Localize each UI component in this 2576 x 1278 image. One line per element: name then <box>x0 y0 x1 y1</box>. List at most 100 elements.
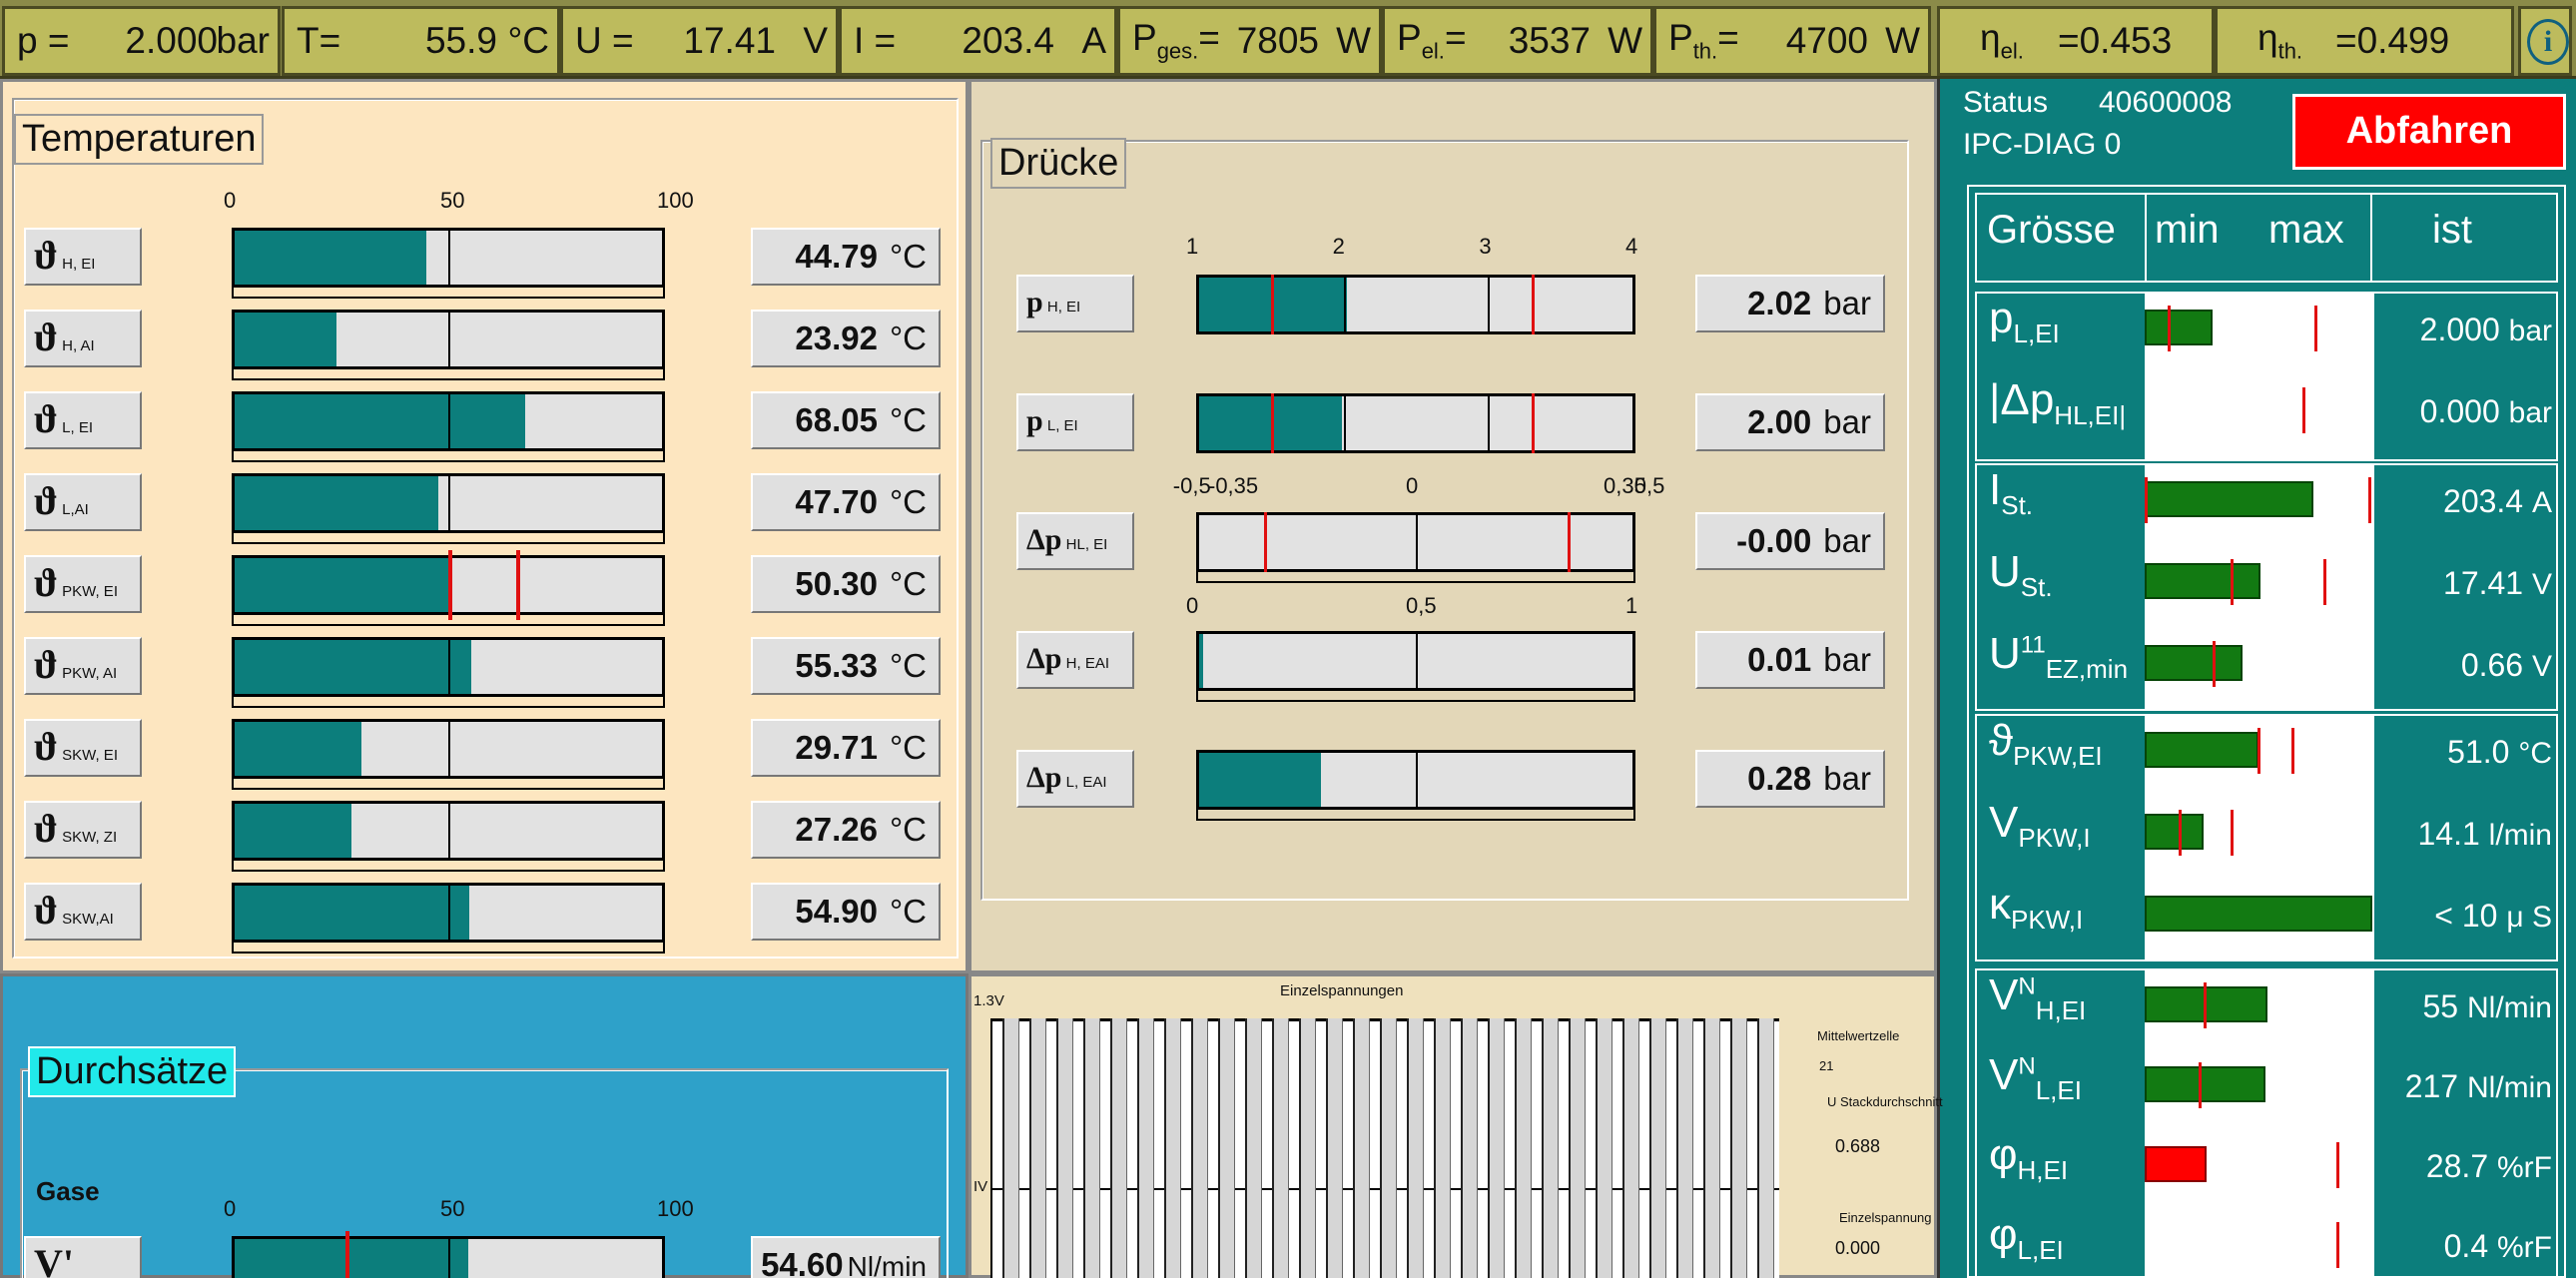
temp-value-3: 47.70 °C <box>751 473 941 531</box>
status-limit-marker <box>2257 728 2260 774</box>
status-limit-marker <box>2368 477 2371 523</box>
pressure-value-unit: bar <box>1823 403 1871 440</box>
status-symbol-3-1: VNL,EI <box>1989 1050 2082 1105</box>
pressure-gridline <box>1416 512 1418 572</box>
temp-bar-midline <box>448 391 450 451</box>
status-value-1-0: 203.4 A <box>2380 483 2552 520</box>
status-symbol-sub: PKW,I <box>2011 904 2084 935</box>
eta_el-sub: el. <box>2000 38 2024 64</box>
top-cell-unit: A <box>1081 20 1106 61</box>
temp-bar-base <box>232 776 665 790</box>
info-button[interactable]: i <box>2518 6 2572 76</box>
status-value-number: 2.000 <box>2419 312 2509 347</box>
pressure-bar-2 <box>1196 512 1635 583</box>
pressure-symbol-2: Δp HL, EI <box>1016 512 1134 570</box>
cell-voltage-bar <box>1191 1018 1208 1278</box>
temp-value-unit: °C <box>889 811 927 848</box>
temp-value-number: 50.30 <box>795 565 878 602</box>
temp-symbol-4: ϑ PKW, EI <box>24 555 142 613</box>
flow-scale-label: 50 <box>440 1196 465 1221</box>
temp-bar-4 <box>232 550 665 626</box>
temp-value-unit: °C <box>889 893 927 930</box>
temp-bar-base <box>232 285 665 299</box>
temp-value-6: 29.71 °C <box>751 719 941 777</box>
temp-symbol-sub: H, EI <box>57 256 96 273</box>
flow-limit-marker <box>345 1231 350 1278</box>
status-limit-marker <box>2291 728 2294 774</box>
top-cell-value: 55.9 <box>424 20 497 61</box>
pressure-bar-3 <box>1196 631 1635 702</box>
temp-limit-marker <box>448 550 452 620</box>
cell-voltage-bar <box>1488 1018 1505 1278</box>
top-cell-unit: °C <box>507 20 549 61</box>
temp-bar-5 <box>232 637 665 708</box>
status-bar <box>2145 1146 2207 1182</box>
flow-bar-fill <box>235 1239 468 1278</box>
status-symbol-sub: PKW,I <box>2018 822 2091 853</box>
flow-value-unit: Nl/min <box>847 1251 927 1278</box>
status-divider <box>2372 463 2374 711</box>
top-cell-4: Pges.= 7805 W <box>1117 6 1382 76</box>
cell-voltage-bar <box>1380 1018 1397 1278</box>
pressure-value-unit: bar <box>1823 760 1871 797</box>
temp-bar-fill <box>235 558 450 612</box>
dp2-scale-label: 0 <box>1186 593 1199 618</box>
pressure-scale-label: 1 <box>1186 234 1199 259</box>
status-value-number: 0.66 <box>2460 647 2532 683</box>
status-value-number: 28.7 <box>2425 1148 2497 1184</box>
pressure-bar-fill <box>1199 753 1321 807</box>
dp-scale-label: -0,35 <box>1208 473 1259 498</box>
temp-bar-midline <box>448 473 450 533</box>
temp-bar-fill <box>235 476 439 530</box>
temp-bar-0 <box>232 228 665 299</box>
temp-value-number: 54.90 <box>795 893 878 930</box>
cell-voltage-bar <box>1407 1018 1424 1278</box>
dp2-scale-label: 1 <box>1625 593 1638 618</box>
temp-bar-base <box>232 530 665 544</box>
stack-value: 0.688 <box>1835 1136 1881 1156</box>
pressure-value-unit: bar <box>1823 641 1871 678</box>
status-symbol-3-2: φH,EI <box>1989 1130 2069 1185</box>
cell-voltage-bar <box>1703 1018 1720 1278</box>
top-cell-label: Pth.= <box>1668 17 1739 64</box>
status-value: 40600008 <box>2099 86 2233 119</box>
status-value-1-1: 17.41 V <box>2380 565 2552 602</box>
status-value-0-0: 2.000 bar <box>2380 312 2552 348</box>
top-cell-label: p = <box>17 20 70 61</box>
cell-voltage-bar <box>1083 1018 1100 1278</box>
pressure-bar-base <box>1196 807 1635 821</box>
eta_th-cell: ηth. =0.499 <box>2215 6 2514 76</box>
temp-value-unit: °C <box>889 647 927 684</box>
cell-voltage-bar <box>1461 1018 1478 1278</box>
pressure-limit-marker <box>1567 512 1571 572</box>
cell-voltage-bar <box>1164 1018 1181 1278</box>
header-groesse: Grösse <box>1987 208 2116 253</box>
temp-bar-base <box>232 366 665 380</box>
temp-value-unit: °C <box>889 401 927 438</box>
eta_th-sub: th. <box>2277 38 2303 64</box>
temp-symbol-0: ϑ H, EI <box>24 228 142 286</box>
top-cell-3: I = 203.4 A <box>839 6 1117 76</box>
status-value-unit: Nl/min <box>2466 1071 2552 1104</box>
top-cell-unit: bar <box>216 20 270 61</box>
pressure-limit-marker <box>1271 275 1275 334</box>
eta_el-label: ηel. <box>1980 17 2024 64</box>
pressure-symbol-sub: L, EI <box>1042 417 1078 434</box>
eta_el-cell: ηel. =0.453 <box>1937 6 2215 76</box>
status-value-unit: %rF <box>2497 1231 2552 1264</box>
abfahren-button[interactable]: Abfahren <box>2292 94 2566 170</box>
status-symbol-sup: 11 <box>2020 631 2046 659</box>
temp-symbol-7: ϑ SKW, ZI <box>24 801 142 859</box>
status-value-number: 217 <box>2404 1068 2467 1104</box>
status-symbol-2-1: VPKW,I <box>1989 798 2091 853</box>
temp-scale-label: 100 <box>657 188 694 213</box>
top-cell-sub: ges. <box>1156 38 1199 64</box>
temp-bar-midline <box>448 883 450 943</box>
top-cell-value: 7805 <box>1236 20 1319 61</box>
temp-bar-base <box>232 448 665 462</box>
status-symbol-1-1: USt. <box>1989 547 2053 602</box>
status-value-2-0: 51.0 °C <box>2380 734 2552 771</box>
pressure-symbol-3: Δp H, EAI <box>1016 631 1134 689</box>
pressure-symbol-0: p H, EI <box>1016 275 1134 332</box>
cell-voltage-bar <box>1056 1018 1073 1278</box>
